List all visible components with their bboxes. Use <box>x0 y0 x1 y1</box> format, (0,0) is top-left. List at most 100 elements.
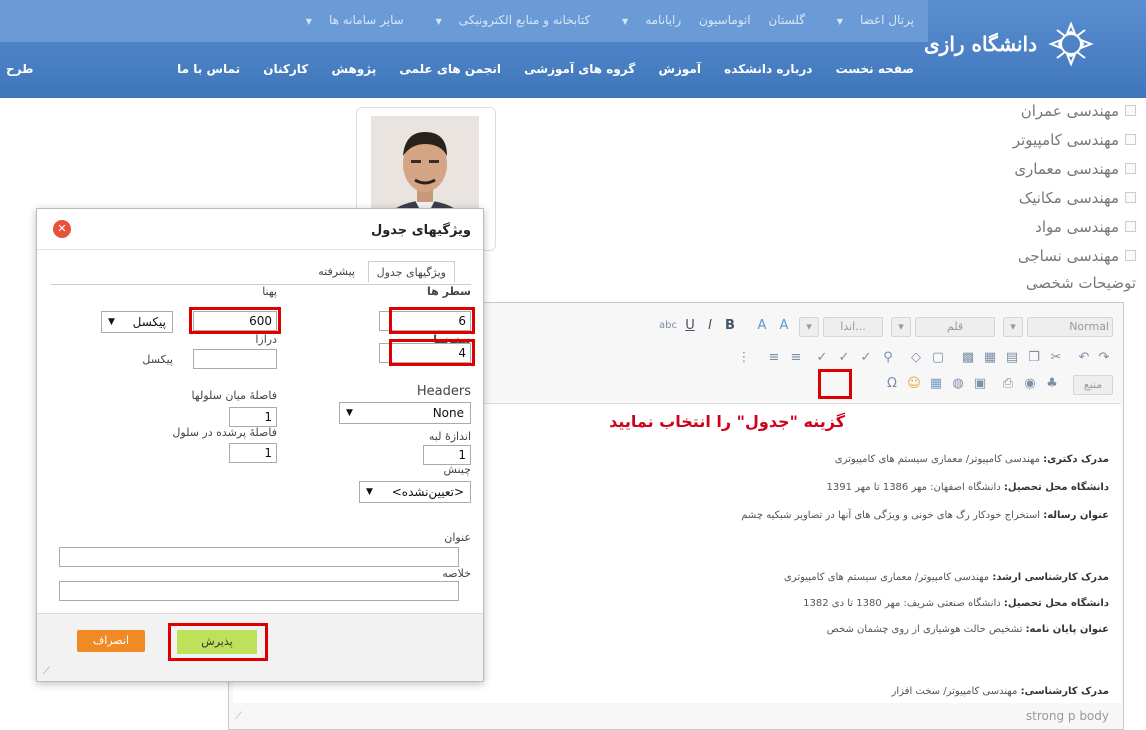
cancel-button[interactable]: انصراف <box>77 630 145 652</box>
width-label: پهنا <box>262 285 277 298</box>
checkbox[interactable] <box>1125 221 1136 232</box>
headers-label: Headers <box>416 384 471 399</box>
dialog-panel: سطر ها 6 ستونها 4 Headers None ▼ اندازهٔ … <box>51 284 475 604</box>
personal-description-title: توضیحات شخصی <box>1025 274 1136 292</box>
resize-handle-icon[interactable]: ⟋ <box>235 711 247 723</box>
spellcheck-menu-icon[interactable]: ✓ <box>813 349 831 367</box>
spellcheck-icon[interactable]: ✓ <box>835 349 853 367</box>
dialog-tabs: ویژگیهای جدول پیشرفته <box>37 257 483 285</box>
copy-icon[interactable]: ❐ <box>1025 349 1043 367</box>
main-menu: صفحه نخست درباره دانشکده آموزش گروه های … <box>158 62 914 76</box>
main-menu-item[interactable]: صفحه نخست <box>836 62 914 76</box>
template-icon[interactable]: ♣ <box>1043 375 1061 393</box>
field-option[interactable]: مهندسی کامپیوتر <box>1013 125 1136 154</box>
special-char-icon[interactable]: Ω <box>883 375 901 393</box>
dialog-title: ویژگیهای جدول <box>370 223 471 238</box>
field-option[interactable]: مهندسی مکانیک <box>1013 183 1136 212</box>
tab-advanced[interactable]: پیشرفته <box>310 261 363 283</box>
align-select[interactable]: <تعیین‌نشده> ▼ <box>359 481 471 503</box>
format-select[interactable]: Normal <box>1027 317 1113 337</box>
spacing-label: فاصلهٔ میان سلولها <box>191 389 277 402</box>
site-logo[interactable]: دانشگاه رازی <box>924 10 1134 78</box>
main-menu-item[interactable]: کارکنان <box>263 62 308 76</box>
main-menu-item[interactable]: درباره دانشکده <box>724 62 812 76</box>
cut-icon[interactable]: ✂ <box>1047 349 1065 367</box>
smiley-icon[interactable]: ☺ <box>905 375 923 393</box>
field-option[interactable]: مهندسی معماری <box>1013 154 1136 183</box>
height-input[interactable] <box>193 349 277 369</box>
flash-icon[interactable]: ◍ <box>949 375 967 393</box>
select-all-icon[interactable]: ▢ <box>929 349 947 367</box>
top-menu-item[interactable]: سایر سامانه ها▼ <box>292 13 404 27</box>
site-header: پرتال اعضا▼ گلستان اتوماسیون رایانامه▼ ک… <box>0 0 1146 98</box>
checkbox[interactable] <box>1125 192 1136 203</box>
paste-icon[interactable]: ▤ <box>1003 349 1021 367</box>
top-menu-item[interactable]: کتابخانه و منابع الکترونیکی▼ <box>422 13 591 27</box>
chevron-down-icon: ▼ <box>435 17 442 26</box>
resize-handle-icon[interactable]: ⟋ <box>43 666 50 677</box>
outdent-icon[interactable]: ≡ <box>765 349 783 367</box>
height-unit: پیکسل <box>142 353 173 366</box>
top-menu: پرتال اعضا▼ گلستان اتوماسیون رایانامه▼ ک… <box>278 13 914 27</box>
instruction-hint: گزینه "جدول" را انتخاب نمایید <box>609 412 845 431</box>
spell-icon[interactable]: ✓ <box>857 349 875 367</box>
content-line: دانشگاه محل تحصیل: دانشگاه صنعتی شریف: م… <box>803 598 1109 609</box>
size-select[interactable]: اندا... <box>823 317 883 337</box>
top-menu-item[interactable]: گلستان <box>768 13 804 27</box>
checkbox[interactable] <box>1125 105 1136 116</box>
summary-input[interactable] <box>59 581 459 601</box>
bold-icon[interactable]: B <box>721 317 739 335</box>
checkbox[interactable] <box>1125 134 1136 145</box>
top-menu-item[interactable]: اتوماسیون <box>699 13 751 27</box>
main-menu-item[interactable]: تماس با ما <box>177 62 240 76</box>
font-select[interactable]: قلم <box>915 317 995 337</box>
field-option[interactable]: مهندسی عمران <box>1013 96 1136 125</box>
rows-highlight <box>389 307 475 334</box>
print-icon[interactable]: ⎙ <box>999 375 1017 393</box>
top-menu-item[interactable]: رایانامه▼ <box>608 13 681 27</box>
preview-icon[interactable]: ◉ <box>1021 375 1039 393</box>
caption-input[interactable] <box>59 547 459 567</box>
table-icon[interactable]: ▦ <box>927 375 945 393</box>
chevron-down-icon: ▼ <box>622 17 629 26</box>
italic-icon[interactable]: I <box>701 317 719 335</box>
ok-button-highlight <box>168 623 268 661</box>
tab-table-properties[interactable]: ویژگیهای جدول <box>367 261 455 283</box>
checkbox[interactable] <box>1125 250 1136 261</box>
dropdown-arrow-icon[interactable]: ▾ <box>891 317 911 337</box>
background-color-icon[interactable]: A <box>753 317 771 335</box>
paste-word-icon[interactable]: ▩ <box>959 349 977 367</box>
width-unit-select[interactable]: پیکسل ▼ <box>101 311 173 333</box>
top-menu-item[interactable]: پرتال اعضا▼ <box>823 13 914 27</box>
close-icon[interactable]: ✕ <box>53 220 71 238</box>
redo-icon[interactable]: ↷ <box>1095 349 1113 367</box>
dropdown-arrow-icon[interactable]: ▾ <box>799 317 819 337</box>
main-menu-item-cut[interactable]: طرح <box>6 62 33 76</box>
main-menu-item[interactable]: گروه های آموزشی <box>524 62 635 76</box>
border-input[interactable]: 1 <box>423 445 471 465</box>
main-menu-item[interactable]: انجمن های علمی <box>399 62 501 76</box>
list-icon[interactable]: ⋮ <box>735 349 753 367</box>
padding-input[interactable]: 1 <box>229 443 277 463</box>
underline-icon[interactable]: U <box>681 317 699 335</box>
university-emblem-icon <box>1048 21 1094 67</box>
image-icon[interactable]: ▣ <box>971 375 989 393</box>
field-option[interactable]: مهندسی نساجی <box>1013 241 1136 270</box>
checkbox[interactable] <box>1125 163 1136 174</box>
field-option[interactable]: مهندسی مواد <box>1013 212 1136 241</box>
source-button[interactable]: منبع <box>1073 375 1113 395</box>
headers-select[interactable]: None ▼ <box>339 402 471 424</box>
strikethrough-icon[interactable]: abc <box>659 317 677 335</box>
spacing-input[interactable]: 1 <box>229 407 277 427</box>
content-line: مدرک کارشناسی ارشد: مهندسی کامپیوتر/ معم… <box>783 572 1109 583</box>
find-icon[interactable]: ⚲ <box>879 349 897 367</box>
chevron-down-icon: ▼ <box>305 17 312 26</box>
paste-text-icon[interactable]: ▦ <box>981 349 999 367</box>
indent-icon[interactable]: ≡ <box>787 349 805 367</box>
text-color-icon[interactable]: A <box>775 317 793 335</box>
eraser-icon[interactable]: ◇ <box>907 349 925 367</box>
dropdown-arrow-icon[interactable]: ▾ <box>1003 317 1023 337</box>
main-menu-item[interactable]: آموزش <box>658 62 701 76</box>
undo-icon[interactable]: ↶ <box>1075 349 1093 367</box>
main-menu-item[interactable]: پژوهش <box>331 62 376 76</box>
